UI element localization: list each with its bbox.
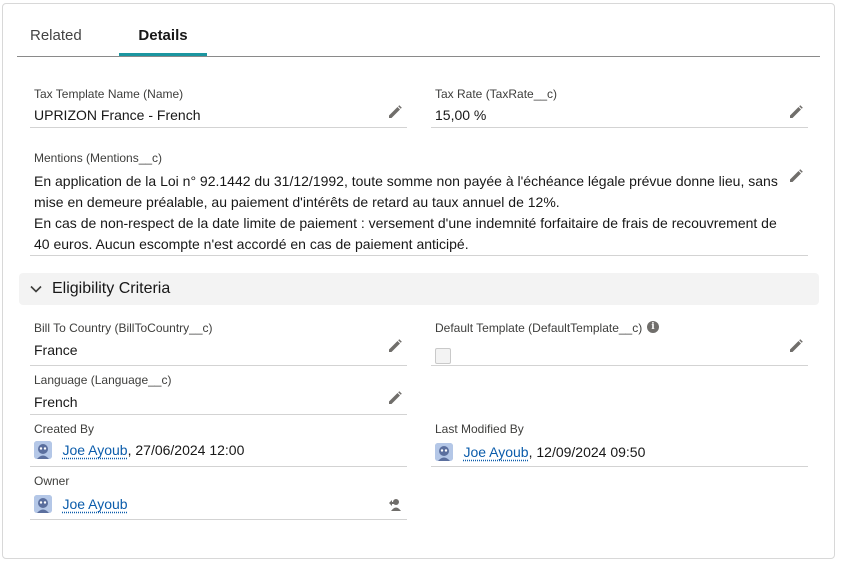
field-label: Mentions (Mentions__c) [34, 151, 163, 165]
section-eligibility-criteria[interactable]: Eligibility Criteria [19, 273, 819, 305]
pencil-icon[interactable] [387, 390, 403, 406]
active-tab-indicator [119, 53, 207, 56]
tab-details[interactable]: Details [119, 27, 207, 56]
created-by-value: Joe Ayoub, 27/06/2024 12:00 [34, 441, 244, 461]
last-modified-by-value: Joe Ayoub, 12/09/2024 09:50 [435, 443, 645, 463]
user-link[interactable]: Joe Ayoub [62, 442, 127, 458]
field-label: Created By [34, 422, 95, 436]
mentions-paragraph-1: En application de la Loi n° 92.1442 du 3… [34, 173, 778, 210]
modified-date: , 12/09/2024 09:50 [528, 444, 646, 460]
pencil-icon[interactable] [387, 338, 403, 354]
info-icon[interactable]: i [647, 321, 659, 333]
field-label: Default Template (DefaultTemplate__c) [435, 321, 643, 335]
field-value: France [34, 342, 78, 358]
owner-value: Joe Ayoub [34, 495, 128, 515]
field-last-modified-by: Last Modified By Joe Ayoub, 12/09/2024 0… [431, 419, 808, 467]
user-avatar-icon [435, 443, 453, 461]
field-label: Tax Template Name (Name) [34, 87, 184, 101]
field-created-by: Created By Joe Ayoub, 27/06/2024 12:00 [30, 419, 407, 467]
field-value: 15,00 % [435, 107, 487, 123]
tab-related[interactable]: Related [30, 27, 82, 55]
user-avatar-icon [34, 441, 52, 459]
field-label: Language (Language__c) [34, 373, 172, 387]
field-label: Bill To Country (BillToCountry__c) [34, 321, 213, 335]
pencil-icon[interactable] [788, 104, 804, 120]
field-value: French [34, 394, 78, 410]
change-owner-icon[interactable] [387, 497, 403, 513]
tab-details-label: Details [138, 27, 188, 44]
user-link[interactable]: Joe Ayoub [463, 444, 528, 460]
field-value: UPRIZON France - French [34, 107, 201, 123]
field-tax-template-name: Tax Template Name (Name) UPRIZON France … [30, 84, 407, 128]
field-language: Language (Language__c) French [30, 370, 407, 415]
pencil-icon[interactable] [788, 338, 804, 354]
field-label: Last Modified By [435, 422, 524, 436]
user-link[interactable]: Joe Ayoub [62, 496, 127, 512]
mentions-paragraph-2: En cas de non-respect de la date limite … [34, 215, 777, 252]
field-label: Tax Rate (TaxRate__c) [435, 87, 558, 101]
field-mentions: Mentions (Mentions__c) En application de… [30, 148, 808, 256]
user-avatar-icon [34, 495, 52, 513]
field-value: En application de la Loi n° 92.1442 du 3… [34, 171, 779, 255]
field-bill-to-country: Bill To Country (BillToCountry__c) Franc… [30, 318, 407, 366]
field-default-template: Default Template (DefaultTemplate__c) i [431, 318, 808, 366]
field-label: Owner [34, 474, 70, 488]
default-template-checkbox [435, 348, 451, 364]
section-title: Eligibility Criteria [52, 280, 171, 297]
chevron-down-icon [29, 282, 43, 296]
pencil-icon[interactable] [387, 104, 403, 120]
created-date: , 27/06/2024 12:00 [127, 442, 245, 458]
pencil-icon[interactable] [788, 168, 804, 184]
field-owner: Owner Joe Ayoub [30, 471, 407, 520]
field-tax-rate: Tax Rate (TaxRate__c) 15,00 % [431, 84, 808, 128]
tab-bar: Related Details [17, 20, 820, 57]
